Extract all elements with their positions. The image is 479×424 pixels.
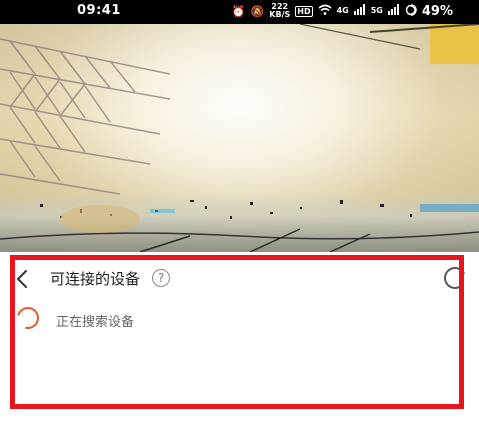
video-player[interactable] <box>0 24 479 252</box>
signal-1-icon <box>353 4 366 18</box>
status-time: 09:41 <box>77 3 121 18</box>
battery-icon <box>405 3 417 19</box>
status-icons: ⏰ 🔕 222 KB/S HD 4G 5G 49% <box>232 3 453 19</box>
network-speed: 222 KB/S <box>269 3 290 19</box>
connectable-devices-panel: 可连接的设备 ? 正在搜索设备 <box>0 252 479 424</box>
searching-status: 正在搜索设备 <box>56 315 135 330</box>
battery-percentage: 49% <box>421 3 453 19</box>
signal-2-icon <box>387 4 400 18</box>
panel-title: 可连接的设备 <box>50 270 141 288</box>
video-scene <box>0 24 479 252</box>
back-arrow-icon[interactable] <box>14 268 30 290</box>
signal-2-label: 5G <box>370 6 383 15</box>
status-bar: 09:41 ⏰ 🔕 222 KB/S HD 4G 5G 49% <box>0 0 479 24</box>
network-speed-unit: KB/S <box>269 10 291 19</box>
refresh-icon[interactable] <box>440 263 470 293</box>
loading-spinner-icon <box>12 302 44 334</box>
hd-badge: HD <box>295 5 313 17</box>
help-icon[interactable]: ? <box>152 269 170 287</box>
signal-1-label: 4G <box>336 6 349 15</box>
wifi-icon <box>318 4 332 18</box>
alarm-icon: ⏰ <box>231 4 246 18</box>
mute-icon: 🔕 <box>250 4 265 18</box>
